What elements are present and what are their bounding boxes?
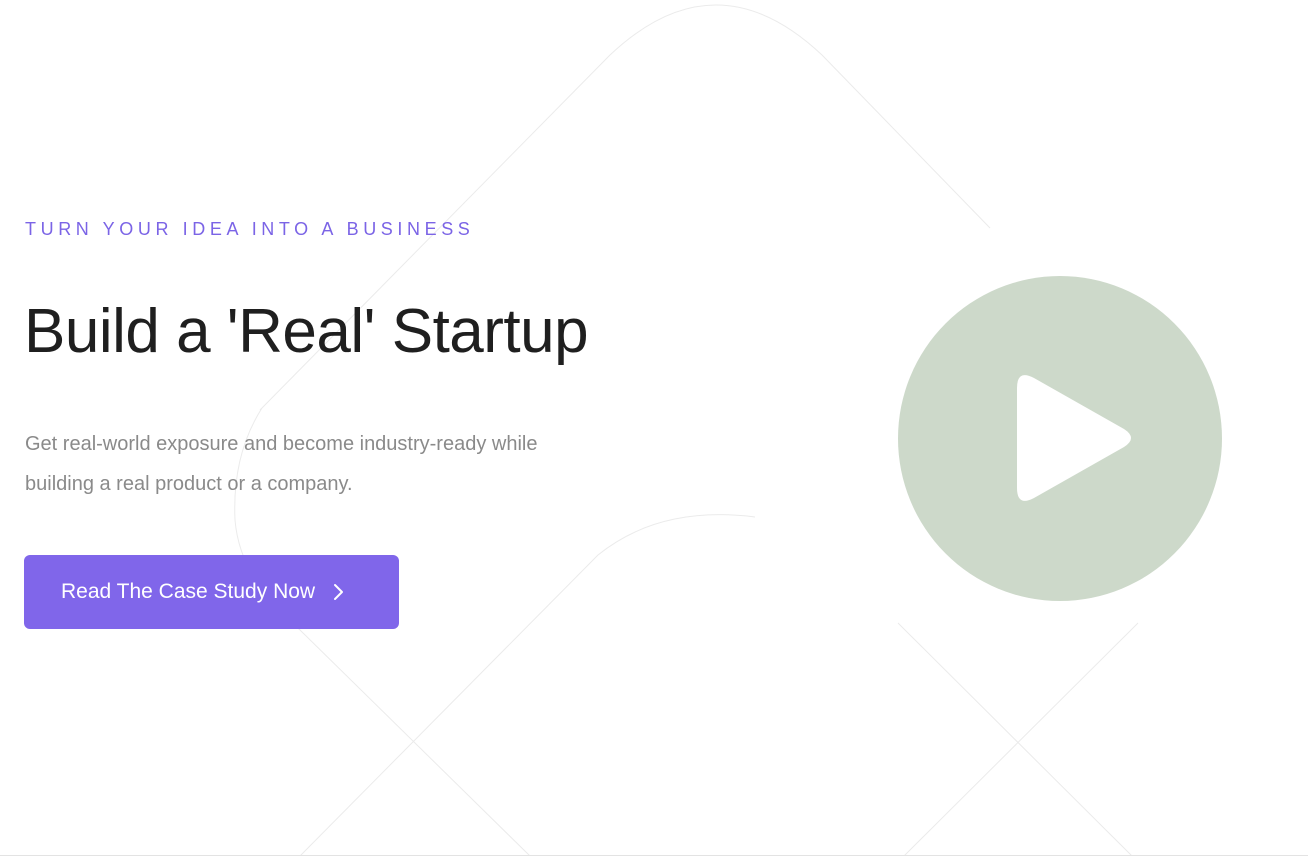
hero-section: TURN YOUR IDEA INTO A BUSINESS Build a '… — [0, 0, 1308, 856]
video-play-button[interactable] — [898, 276, 1222, 601]
hero-eyebrow: TURN YOUR IDEA INTO A BUSINESS — [25, 219, 475, 239]
read-case-study-button[interactable]: Read The Case Study Now — [24, 555, 399, 629]
page-title: Build a 'Real' Startup — [24, 297, 589, 366]
play-icon — [1017, 375, 1131, 501]
chevron-right-icon — [333, 583, 345, 601]
hero-description-line-2: building a real product or a company. — [25, 473, 353, 495]
hero-description: Get real-world exposure and become indus… — [25, 424, 645, 504]
read-case-study-label: Read The Case Study Now — [61, 580, 316, 603]
bottom-divider — [0, 855, 1308, 856]
hero-description-line-1: Get real-world exposure and become indus… — [25, 433, 538, 455]
